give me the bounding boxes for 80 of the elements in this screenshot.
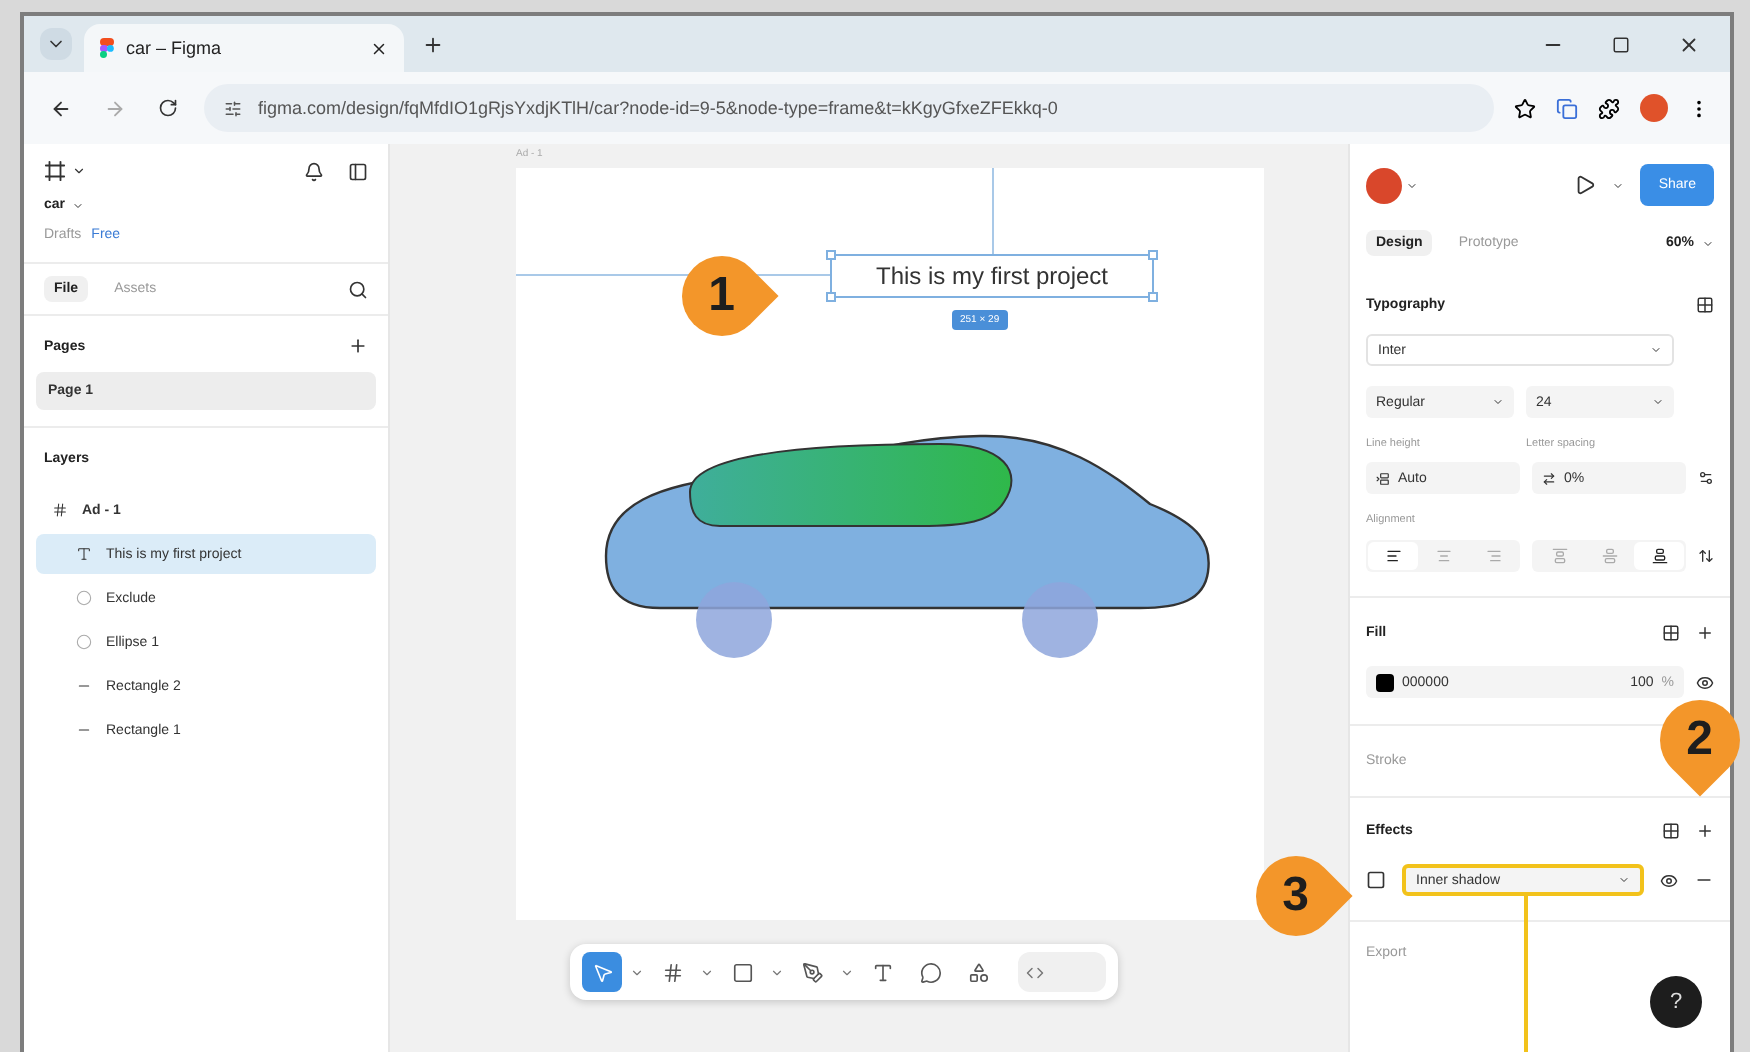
align-button[interactable] — [1634, 542, 1684, 570]
styles-icon[interactable] — [1696, 296, 1714, 314]
styles-icon[interactable] — [1662, 822, 1680, 840]
panel-toggle-icon[interactable] — [348, 161, 368, 181]
resize-handle[interactable] — [1148, 292, 1158, 302]
tool-button[interactable] — [582, 952, 622, 992]
text-icon — [76, 546, 92, 562]
site-settings-icon — [224, 99, 242, 117]
circle-icon — [76, 634, 92, 650]
figma-menu-icon[interactable] — [44, 160, 66, 182]
align-button[interactable] — [1368, 542, 1418, 570]
close-icon[interactable] — [370, 39, 388, 57]
pointer-icon — [591, 961, 613, 983]
chevron-down-icon — [1612, 179, 1625, 191]
more-options-icon[interactable] — [1698, 548, 1714, 564]
chevron-down-icon — [71, 199, 84, 211]
styles-icon[interactable] — [1662, 624, 1680, 642]
chevron-down-icon — [1406, 179, 1418, 191]
maximize-icon — [1612, 35, 1630, 53]
tab-title: car – Figma — [126, 38, 224, 58]
dev-mode-toggle[interactable] — [1018, 952, 1106, 992]
resize-handle[interactable] — [1148, 250, 1158, 260]
align-middle-icon — [1601, 548, 1617, 564]
close-icon — [1678, 33, 1700, 55]
color-swatch — [1376, 673, 1394, 691]
plus-icon — [422, 33, 444, 55]
text-icon — [871, 961, 893, 983]
tab-search-button[interactable] — [40, 28, 72, 60]
back-icon — [50, 97, 72, 119]
align-bottom-icon — [1651, 548, 1667, 564]
visibility-icon[interactable] — [1660, 871, 1678, 889]
chevron-down-icon — [1618, 874, 1630, 886]
caret-icon[interactable] — [630, 965, 644, 979]
code-icon — [1026, 963, 1044, 981]
bookmark-star-icon[interactable] — [1514, 97, 1536, 119]
help-button[interactable]: ? — [1650, 976, 1702, 1028]
figma-logo-icon — [100, 38, 114, 58]
add-icon[interactable] — [1696, 822, 1714, 840]
resize-handle[interactable] — [826, 250, 836, 260]
align-right-icon — [1485, 548, 1501, 564]
extensions-icon[interactable] — [1598, 97, 1620, 119]
caret-icon[interactable] — [700, 965, 714, 979]
comment-icon — [919, 961, 941, 983]
effect-settings-icon[interactable] — [1366, 870, 1386, 890]
chevron-down-icon — [72, 164, 86, 178]
align-left-icon — [1385, 548, 1401, 564]
caret-icon[interactable] — [770, 965, 784, 979]
chevron-down-icon — [1702, 237, 1714, 249]
add-icon[interactable] — [1696, 624, 1714, 642]
bell-icon[interactable] — [304, 161, 324, 181]
chevron-down-icon — [1650, 344, 1662, 356]
letter-spacing-icon — [1542, 471, 1556, 485]
browser-tab[interactable]: car – Figma — [84, 24, 404, 72]
shapes-icon — [967, 961, 989, 983]
align-top-icon — [1551, 548, 1567, 564]
selected-text[interactable]: This is my first project — [830, 254, 1154, 298]
type-settings-icon[interactable] — [1698, 470, 1714, 486]
guide-line — [992, 168, 994, 254]
hash-icon — [661, 961, 683, 983]
search-icon[interactable] — [348, 279, 368, 299]
line-height-icon — [1376, 471, 1390, 485]
frame-icon — [52, 502, 68, 518]
chevron-down-icon — [1652, 396, 1664, 408]
pen-icon — [801, 961, 823, 983]
visibility-icon[interactable] — [1696, 673, 1714, 691]
add-page-icon[interactable] — [348, 336, 368, 356]
address-bar[interactable]: figma.com/design/fqMfdIO1gRjsYxdjKTlH/car?node-id=9-5&node-type=frame&t=kKgyGfxeZFEkkq-0 — [204, 84, 1494, 132]
present-icon[interactable] — [1574, 174, 1597, 196]
forward-icon — [104, 97, 126, 119]
chevron-down-icon — [1492, 396, 1504, 408]
profile-avatar[interactable] — [1640, 94, 1668, 122]
square-icon — [731, 961, 753, 983]
user-avatar[interactable] — [1366, 167, 1402, 203]
extension-icon[interactable] — [1556, 97, 1578, 119]
caret-icon[interactable] — [840, 965, 854, 979]
align-center-icon — [1435, 548, 1451, 564]
url-text: figma.com/design/fqMfdIO1gRjsYxdjKTlH/car?node-id=9-5&node-type=frame&t=kKgyGfxeZFEkkq-0 — [258, 98, 1058, 118]
reload-icon — [158, 98, 178, 118]
circle-icon — [76, 590, 92, 606]
resize-handle[interactable] — [826, 292, 836, 302]
